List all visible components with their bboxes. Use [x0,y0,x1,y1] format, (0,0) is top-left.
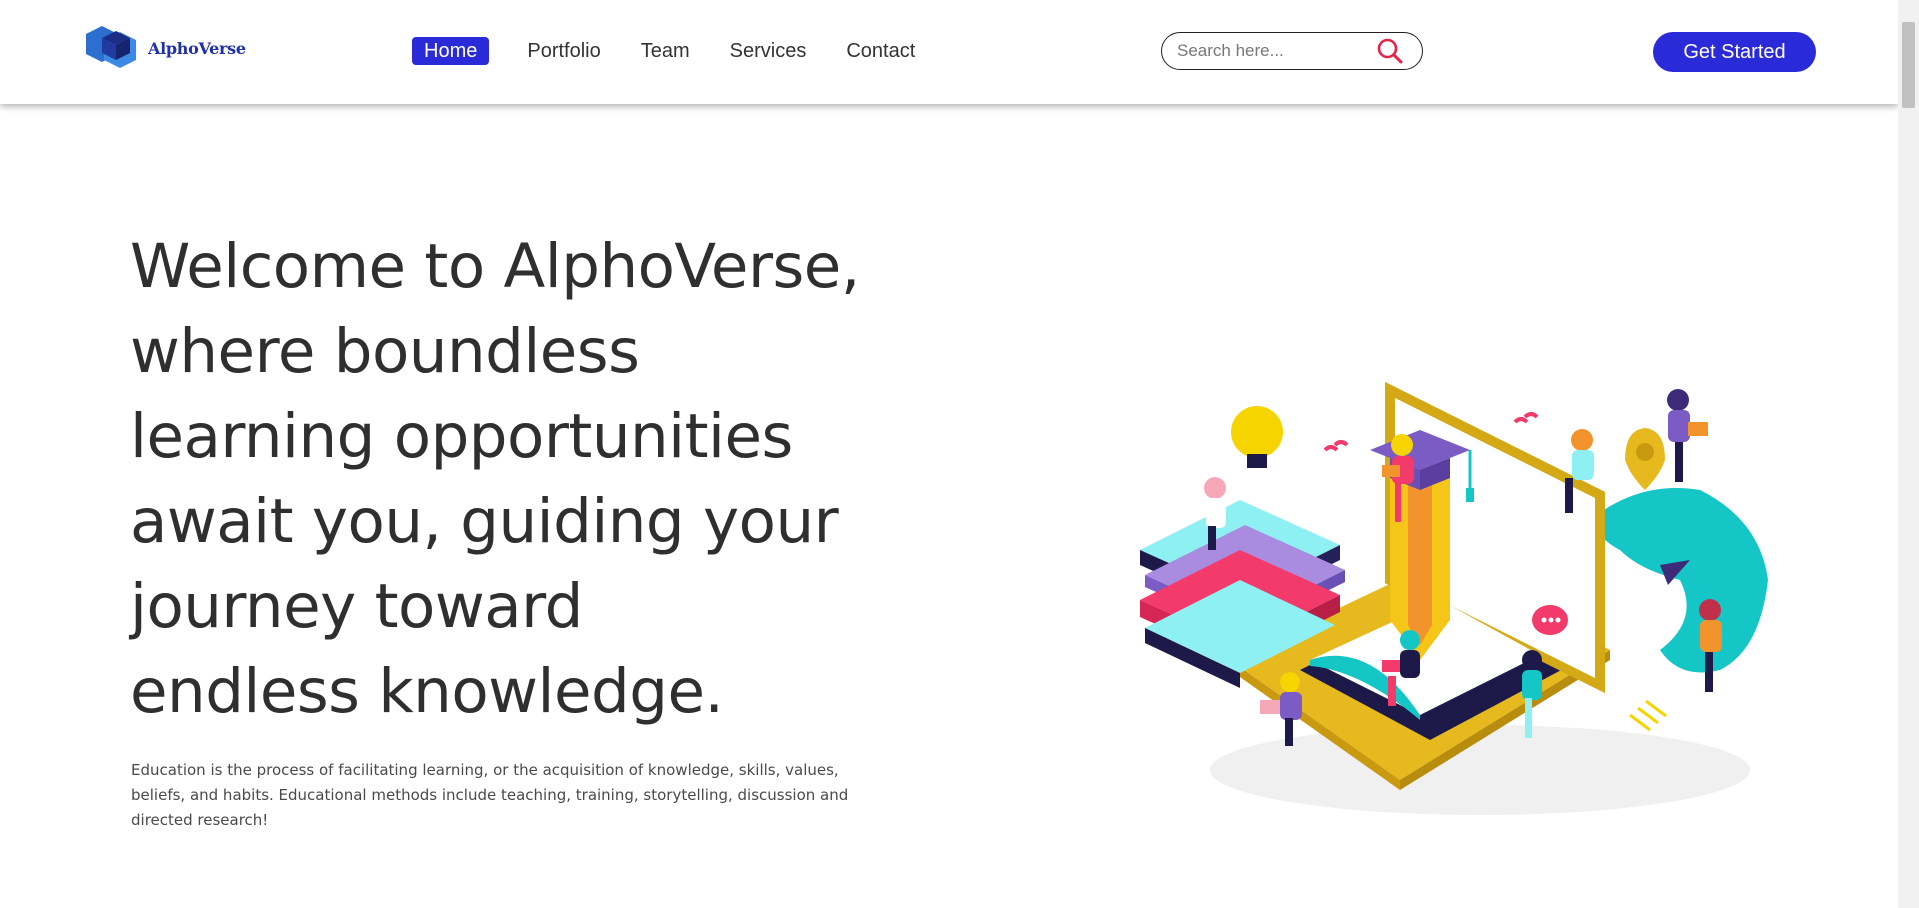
scrollbar-thumb[interactable] [1902,22,1915,108]
navbar: AlphoVerse Home Portfolio Team Services … [0,0,1898,104]
brand-logo[interactable]: AlphoVerse [82,22,246,74]
vertical-scrollbar[interactable] [1898,0,1919,908]
hero-title-line: journey toward [130,571,583,642]
isometric-education-illustration [1120,370,1780,830]
hero-title-line: learning opportunities [130,401,793,472]
hero-title-line: await you, guiding your [130,486,839,557]
hero-description-line: Education is the process of facilitating… [131,761,839,779]
hero-title-line: endless knowledge. [130,656,724,727]
nav-services[interactable]: Services [730,37,807,65]
get-started-button[interactable]: Get Started [1653,32,1816,72]
search-icon[interactable] [1376,37,1404,69]
nav-contact[interactable]: Contact [846,37,915,65]
page: AlphoVerse Home Portfolio Team Services … [0,0,1898,908]
nav-portfolio[interactable]: Portfolio [527,37,600,65]
hero-description-line: beliefs, and habits. Educational methods… [131,786,849,804]
hero-title: Welcome to AlphoVerse, where boundless l… [130,224,890,734]
search-box [1161,32,1423,70]
hero-title-line: where boundless [130,316,640,387]
brand-name: AlphoVerse [148,38,246,58]
hexagon-cube-logo-icon [86,26,136,68]
hero-title-line: Welcome to AlphoVerse, [130,231,860,302]
nav-team[interactable]: Team [641,37,690,65]
nav-home[interactable]: Home [412,37,490,65]
main-nav: Home Portfolio Team Services Contact [412,37,955,65]
hero-description: Education is the process of facilitating… [131,758,871,833]
search-input[interactable] [1175,40,1379,62]
hero-description-line: directed research! [131,811,269,829]
